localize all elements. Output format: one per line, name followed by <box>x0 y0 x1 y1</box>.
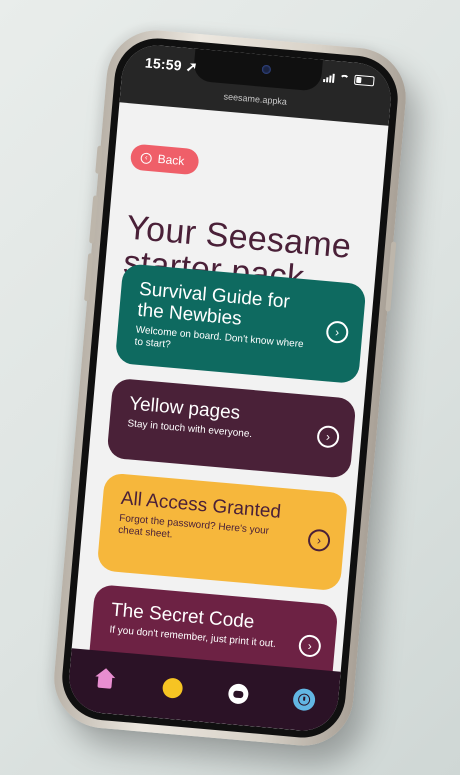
tab-home[interactable] <box>91 668 119 696</box>
chevron-right-icon: › <box>316 424 341 449</box>
tab-chat[interactable] <box>227 682 249 705</box>
tab-clock[interactable] <box>292 687 317 712</box>
system-icons <box>323 71 375 86</box>
wifi-icon <box>339 74 350 83</box>
card-all-access[interactable]: All Access Granted Forgot the password? … <box>96 471 349 591</box>
card-survival-guide[interactable]: Survival Guide for the Newbies Welcome o… <box>114 262 367 384</box>
volume-up-button <box>89 194 99 244</box>
chevron-right-icon: › <box>325 319 350 344</box>
chat-icon <box>232 689 244 698</box>
power-button <box>385 241 397 312</box>
status-time: 15:59 ➚ <box>144 53 199 75</box>
signal-icon <box>323 72 335 82</box>
main-content: ‹ Back Your Seesame starter pack Surviva… <box>66 102 388 733</box>
back-button[interactable]: ‹ Back <box>129 143 200 175</box>
tab-yellow[interactable] <box>162 676 184 699</box>
back-arrow-icon: ‹ <box>140 151 153 164</box>
mute-switch <box>95 145 103 174</box>
camera-icon <box>261 64 272 74</box>
volume-down-button <box>84 252 94 301</box>
clock-icon <box>297 692 311 706</box>
home-icon <box>97 675 113 689</box>
chevron-right-icon: › <box>307 527 331 552</box>
back-button-label: Back <box>157 151 185 168</box>
phone-mockup: 15:59 ➚ seesame.appka ‹ Back Your Seesam… <box>50 25 410 750</box>
card-yellow-pages[interactable]: Yellow pages Stay in touch with everyone… <box>106 377 357 479</box>
chevron-right-icon: › <box>297 633 322 658</box>
battery-icon <box>353 74 375 86</box>
